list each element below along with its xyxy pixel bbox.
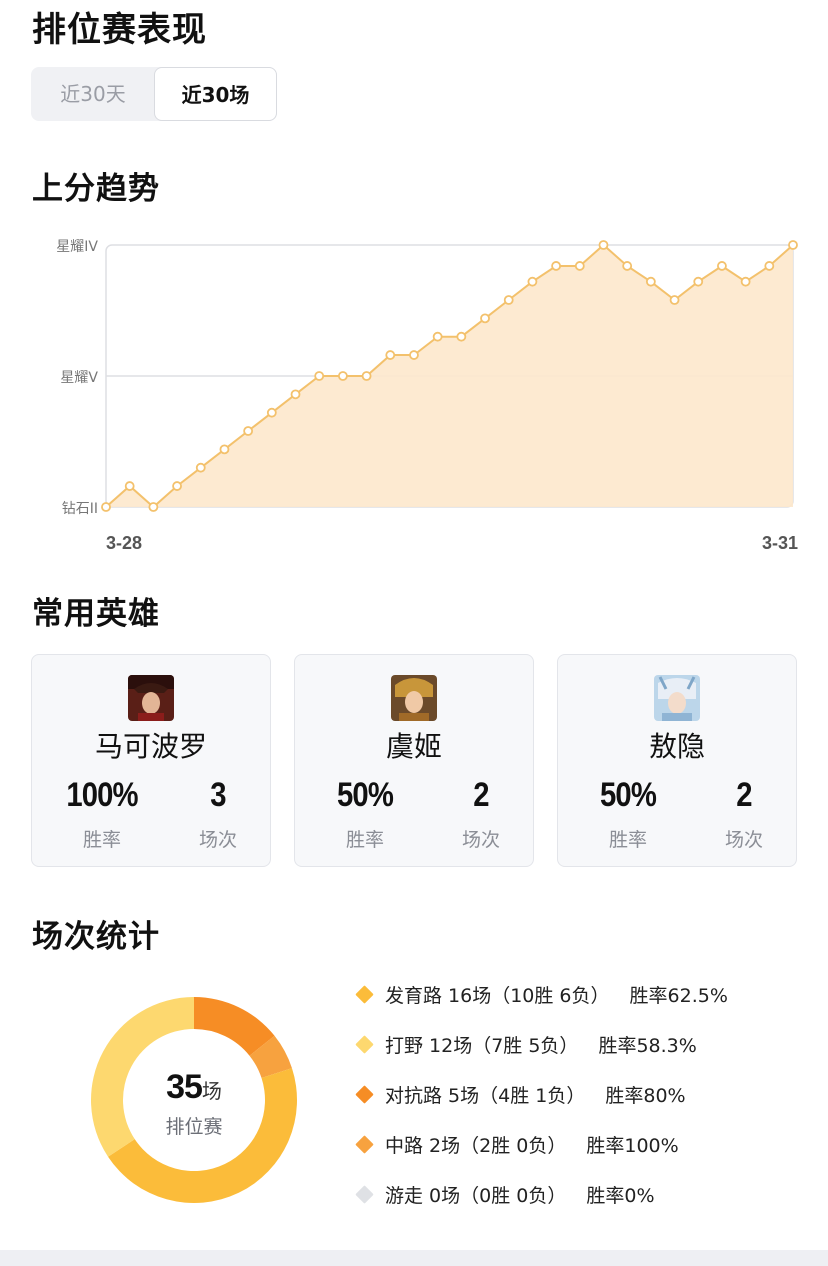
- legend-text: 对抗路 5场（4胜 1负）: [385, 1084, 586, 1107]
- trend-point: [693, 276, 704, 287]
- win-rate-label: 胜率: [608, 829, 647, 851]
- trend-point: [337, 371, 348, 381]
- hero-card-aoyin[interactable]: 敖隐 50% 2 胜率 场次: [557, 654, 797, 867]
- trend-point: [645, 276, 656, 287]
- legend-item: 中路 2场（2胜 0负） 胜率100%: [354, 1129, 679, 1159]
- y-tier-label: 钻石II: [62, 501, 98, 517]
- aoyin-avatar-icon: [654, 675, 700, 721]
- trend-point: [195, 462, 206, 473]
- time-range-tabs: 近30天 近30场: [31, 67, 277, 121]
- legend-rate: 胜率62.5%: [629, 984, 728, 1007]
- hero-win-rate: 100%: [66, 776, 138, 814]
- hero-games-count: 2: [473, 776, 489, 814]
- trend-point: [669, 295, 680, 305]
- trend-point: [219, 444, 230, 455]
- total-games: 35场: [90, 1068, 298, 1107]
- y-tier-label: 星耀V: [60, 370, 98, 386]
- legend-item: 游走 0场（0胜 0负） 胜率0%: [354, 1179, 655, 1209]
- trend-point: [551, 261, 562, 271]
- total-games-unit: 场: [201, 1079, 222, 1103]
- win-rate-label: 胜率: [345, 829, 384, 851]
- legend-rate: 胜率80%: [605, 1084, 686, 1107]
- trend-point: [432, 331, 443, 342]
- stats-section-title: 场次统计: [32, 919, 160, 955]
- trend-point: [717, 261, 727, 271]
- win-rate-label: 胜率: [82, 829, 121, 851]
- trend-point: [740, 276, 751, 287]
- trend-point: [124, 481, 135, 491]
- games-label: 场次: [198, 829, 237, 851]
- legend-text: 中路 2场（2胜 0负）: [385, 1134, 567, 1157]
- games-label: 场次: [461, 829, 500, 851]
- trend-point: [314, 371, 325, 381]
- legend-marker-icon: [355, 1034, 374, 1054]
- hero-name: 敖隐: [648, 730, 705, 763]
- rank-trend-chart: 钻石II 星耀V 星耀IV: [56, 239, 798, 517]
- legend-marker-icon: [355, 1084, 374, 1104]
- total-games-label: 排位赛: [165, 1116, 223, 1138]
- trend-point: [527, 276, 538, 287]
- legend-marker-icon: [355, 984, 374, 1004]
- bottom-divider: [0, 1250, 828, 1266]
- trend-point: [598, 240, 609, 250]
- trend-point: [456, 331, 467, 342]
- trend-point: [764, 261, 775, 271]
- trend-section-title: 上分趋势: [32, 171, 160, 207]
- tab-last-30-games[interactable]: 近30场: [154, 67, 277, 121]
- trend-point: [101, 502, 111, 512]
- hero-name: 虞姬: [385, 730, 442, 763]
- yuji-avatar-icon: [391, 675, 437, 721]
- heroes-section-title: 常用英雄: [32, 596, 160, 632]
- trend-point: [385, 350, 396, 360]
- trend-point: [266, 407, 277, 418]
- trend-point: [409, 350, 419, 360]
- hero-win-rate: 50%: [337, 776, 394, 814]
- trend-point: [574, 261, 585, 271]
- legend-text: 发育路 16场（10胜 6负）: [385, 984, 610, 1007]
- hero-name: 马可波罗: [94, 730, 207, 763]
- trend-point: [788, 240, 798, 250]
- hero-win-rate: 50%: [600, 776, 657, 814]
- hero-card-marco-polo[interactable]: 马可波罗 100% 3 胜率 场次: [31, 654, 271, 867]
- legend-rate: 胜率100%: [586, 1134, 679, 1157]
- legend-item: 对抗路 5场（4胜 1负） 胜率80%: [354, 1079, 686, 1109]
- legend-text: 打野 12场（7胜 5负）: [385, 1034, 579, 1057]
- page-title: 排位赛表现: [32, 10, 207, 50]
- tab-last-30-days[interactable]: 近30天: [31, 67, 155, 121]
- x-axis-start-label: 3-28: [106, 533, 143, 553]
- legend-marker-icon: [355, 1184, 374, 1204]
- trend-point: [172, 481, 182, 491]
- hero-card-yuji[interactable]: 虞姬 50% 2 胜率 场次: [294, 654, 534, 867]
- games-label: 场次: [724, 829, 763, 851]
- legend-rate: 胜率0%: [586, 1184, 655, 1207]
- x-axis-end-label: 3-31: [762, 533, 799, 553]
- hero-games-count: 2: [736, 776, 752, 814]
- trend-point: [243, 426, 254, 436]
- legend-item: 打野 12场（7胜 5负） 胜率58.3%: [354, 1029, 697, 1059]
- trend-point: [480, 313, 490, 324]
- legend-item: 发育路 16场（10胜 6负） 胜率62.5%: [354, 979, 728, 1009]
- legend-rate: 胜率58.3%: [598, 1034, 697, 1057]
- trend-point: [290, 389, 301, 400]
- legend-text: 游走 0场（0胜 0负）: [385, 1184, 567, 1207]
- y-tier-label: 星耀IV: [56, 239, 98, 255]
- hero-games-count: 3: [210, 776, 226, 814]
- trend-point: [361, 371, 372, 381]
- legend-marker-icon: [355, 1134, 374, 1154]
- trend-point: [503, 295, 514, 305]
- trend-point: [148, 502, 159, 512]
- total-games-number: 35: [166, 1068, 203, 1106]
- marco-polo-avatar-icon: [128, 675, 174, 721]
- trend-point: [622, 261, 633, 271]
